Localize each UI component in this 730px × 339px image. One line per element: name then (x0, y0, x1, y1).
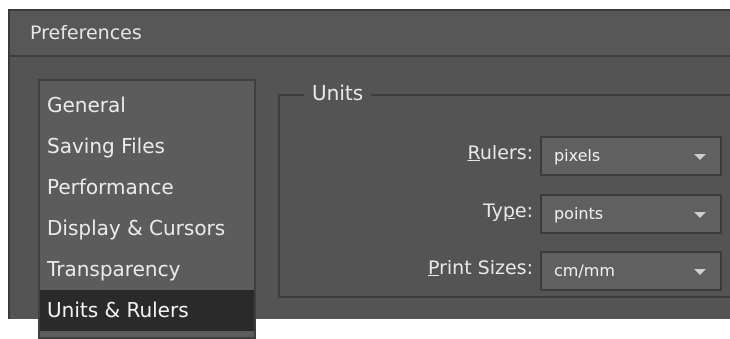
rulers-label: Rulers: (468, 142, 533, 164)
sidebar-item-transparency[interactable]: Transparency (40, 249, 254, 290)
chevron-down-icon (694, 269, 706, 275)
rulers-mnemonic: R (467, 142, 480, 164)
units-groupbox: Units Rulers: pixels Type: points Print … (278, 81, 730, 298)
type-label-text: e: (514, 200, 533, 222)
sidebar-item-saving-files[interactable]: Saving Files (40, 126, 254, 167)
print-sizes-mnemonic: P (427, 257, 440, 279)
type-mnemonic: p (502, 200, 515, 222)
type-select[interactable]: points (540, 194, 722, 234)
title-bar[interactable]: Preferences (10, 11, 730, 57)
print-sizes-select-value: cm/mm (554, 261, 615, 280)
print-sizes-label-text: rint Sizes: (439, 257, 533, 279)
sidebar-item-general[interactable]: General (40, 85, 254, 126)
rulers-select-value: pixels (554, 146, 601, 165)
print-sizes-label: Print Sizes: (428, 257, 533, 279)
chevron-down-icon (694, 212, 706, 218)
rulers-select[interactable]: pixels (540, 136, 722, 176)
preferences-category-list: General Saving Files Performance Display… (38, 79, 256, 339)
units-group-title: Units (304, 81, 372, 105)
rulers-label-text: ulers: (479, 142, 533, 164)
dialog-title: Preferences (30, 22, 142, 44)
type-label: Type: (483, 200, 533, 222)
sidebar-item-units-rulers[interactable]: Units & Rulers (40, 290, 254, 331)
sidebar-item-performance[interactable]: Performance (40, 167, 254, 208)
type-select-value: points (554, 204, 604, 223)
print-sizes-select[interactable]: cm/mm (540, 251, 722, 291)
type-label-prefix: Ty (482, 200, 503, 222)
preferences-dialog: Preferences General Saving Files Perform… (8, 9, 730, 339)
sidebar-item-display-cursors[interactable]: Display & Cursors (40, 208, 254, 249)
chevron-down-icon (694, 154, 706, 160)
